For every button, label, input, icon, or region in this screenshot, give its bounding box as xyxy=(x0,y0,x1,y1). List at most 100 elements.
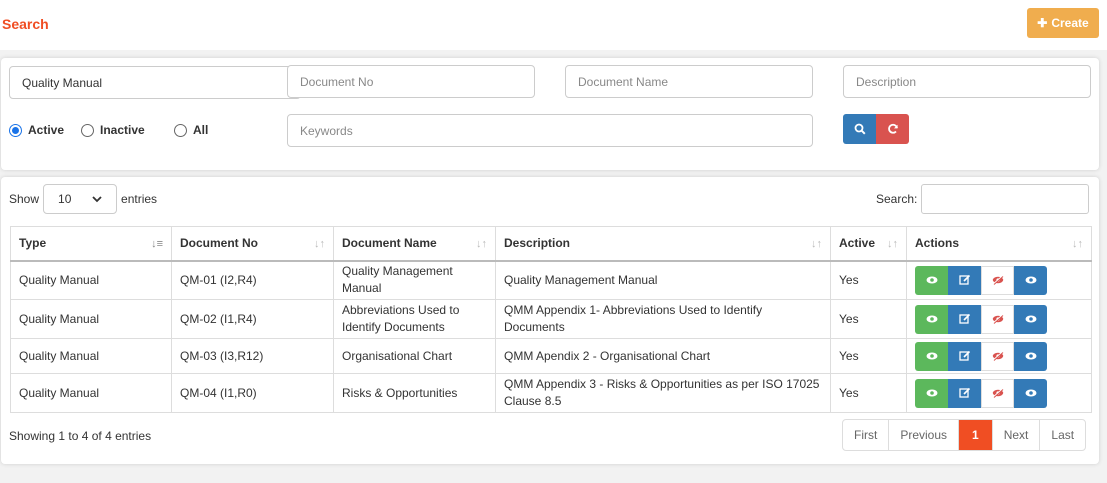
cell-active: Yes xyxy=(830,260,907,300)
show-label: Show xyxy=(9,192,40,206)
col-description[interactable]: Description ↓↑ xyxy=(495,226,831,262)
edit-icon xyxy=(958,274,971,286)
edit-icon xyxy=(958,350,971,362)
eye-slash-icon xyxy=(992,388,1004,398)
radio-inactive-dot[interactable] xyxy=(81,123,94,137)
preview-button[interactable] xyxy=(1014,265,1047,295)
sort-icon: ↓↑ xyxy=(476,238,487,250)
reset-button[interactable] xyxy=(876,114,909,144)
col-actions-label: Actions xyxy=(915,236,960,251)
col-actions[interactable]: Actions ↓↑ xyxy=(906,226,1092,262)
entries-value: 10 xyxy=(58,192,72,206)
show-entries: Show 10 entries xyxy=(9,184,157,214)
cell-document-name: Abbreviations Used to Identify Documents xyxy=(333,299,496,339)
sort-icon: ↓↑ xyxy=(314,238,325,250)
document-name-field[interactable] xyxy=(565,65,813,98)
table-row: Quality Manual QM-02 (I1,R4) Abbreviations… xyxy=(10,299,1092,339)
page-last[interactable]: Last xyxy=(1039,420,1085,450)
edit-icon xyxy=(958,313,971,325)
cell-type: Quality Manual xyxy=(10,338,172,374)
sort-icon: ↓↑ xyxy=(1072,238,1083,250)
cell-type: Quality Manual xyxy=(10,260,172,300)
col-type-label: Type xyxy=(19,236,47,251)
page-previous[interactable]: Previous xyxy=(888,420,958,450)
col-active[interactable]: Active ↓↑ xyxy=(830,226,907,262)
cell-active: Yes xyxy=(830,299,907,339)
view-button[interactable] xyxy=(915,304,948,334)
page-current[interactable]: 1 xyxy=(958,420,992,450)
cell-actions xyxy=(906,260,1092,300)
table-search: Search: xyxy=(876,184,1090,214)
results-panel: Show 10 entries Search: Type ↓≡ Document … xyxy=(1,177,1099,464)
radio-active-dot[interactable] xyxy=(9,123,22,137)
filter-panel: Active Inactive All xyxy=(1,58,1099,170)
eye-icon xyxy=(1025,388,1037,398)
table-row: Quality Manual QM-01 (I2,R4) Quality Manag… xyxy=(10,260,1092,300)
edit-button[interactable] xyxy=(948,265,981,295)
cell-actions xyxy=(906,299,1092,339)
deactivate-button[interactable] xyxy=(981,378,1014,408)
description-field[interactable] xyxy=(843,65,1091,98)
view-button[interactable] xyxy=(915,378,948,408)
view-button[interactable] xyxy=(915,341,948,371)
page-title: Search xyxy=(2,16,49,32)
top-bar: Search ✚ Create xyxy=(0,0,1107,50)
page-next[interactable]: Next xyxy=(991,420,1040,450)
radio-inactive-label: Inactive xyxy=(100,123,145,137)
cell-description: Quality Management Manual xyxy=(495,260,831,300)
cell-actions xyxy=(906,373,1092,413)
eye-icon xyxy=(926,275,938,285)
col-description-label: Description xyxy=(504,236,571,251)
cell-description: QMM Appendix 3 - Risks & Opportunities a… xyxy=(495,373,831,413)
page-first[interactable]: First xyxy=(843,420,888,450)
table-search-input[interactable] xyxy=(921,184,1090,214)
cell-document-name: Organisational Chart xyxy=(333,338,496,374)
table-info: Showing 1 to 4 of 4 entries xyxy=(9,429,152,443)
create-button-label: Create xyxy=(1051,16,1089,30)
edit-button[interactable] xyxy=(948,304,981,334)
preview-button[interactable] xyxy=(1014,378,1047,408)
radio-all[interactable]: All xyxy=(174,123,208,137)
eye-icon xyxy=(1025,275,1037,285)
table-search-label: Search: xyxy=(876,192,918,206)
view-button[interactable] xyxy=(915,265,948,295)
plus-icon: ✚ xyxy=(1037,16,1048,30)
keywords-field[interactable] xyxy=(287,114,813,147)
create-button[interactable]: ✚ Create xyxy=(1027,8,1099,38)
radio-active-label: Active xyxy=(28,123,65,137)
col-document-name-label: Document Name xyxy=(342,236,437,251)
cell-document-no: QM-02 (I1,R4) xyxy=(171,299,334,339)
radio-all-label: All xyxy=(193,123,209,137)
sort-icon: ↓↑ xyxy=(887,238,898,250)
entries-select[interactable]: 10 xyxy=(43,184,118,214)
col-document-name[interactable]: Document Name ↓↑ xyxy=(333,226,496,262)
eye-slash-icon xyxy=(992,314,1004,324)
cell-document-no: QM-01 (I2,R4) xyxy=(171,260,334,300)
edit-button[interactable] xyxy=(948,378,981,408)
preview-button[interactable] xyxy=(1014,341,1047,371)
cell-document-no: QM-03 (I3,R12) xyxy=(171,338,334,374)
col-type[interactable]: Type ↓≡ xyxy=(10,226,172,262)
cell-document-name: Risks & Opportunities xyxy=(333,373,496,413)
radio-all-dot[interactable] xyxy=(174,123,187,137)
sort-asc-icon: ↓≡ xyxy=(151,238,163,250)
type-field[interactable] xyxy=(9,66,301,99)
deactivate-button[interactable] xyxy=(981,341,1014,371)
cell-document-no: QM-04 (I1,R0) xyxy=(171,373,334,413)
col-document-no[interactable]: Document No ↓↑ xyxy=(171,226,334,262)
edit-button[interactable] xyxy=(948,341,981,371)
deactivate-button[interactable] xyxy=(981,265,1014,295)
cell-description: QMM Appendix 1- Abbreviations Used to Id… xyxy=(495,299,831,339)
eye-icon xyxy=(1025,351,1037,361)
table-row: Quality Manual QM-04 (I1,R0) Risks & Oppor… xyxy=(10,373,1092,413)
documents-table: Type ↓≡ Document No ↓↑ Document Name ↓↑ Des… xyxy=(10,226,1092,413)
radio-active[interactable]: Active xyxy=(9,123,64,137)
radio-inactive[interactable]: Inactive xyxy=(81,123,145,137)
pagination: First Previous 1 Next Last xyxy=(842,419,1087,451)
eye-slash-icon xyxy=(992,351,1004,361)
search-icon xyxy=(854,123,866,135)
preview-button[interactable] xyxy=(1014,304,1047,334)
search-button[interactable] xyxy=(843,114,876,144)
document-no-field[interactable] xyxy=(287,65,535,98)
deactivate-button[interactable] xyxy=(981,304,1014,334)
